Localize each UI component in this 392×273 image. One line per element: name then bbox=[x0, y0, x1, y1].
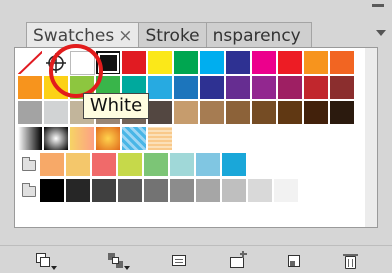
color-swatch[interactable] bbox=[66, 153, 91, 177]
gray-swatch[interactable] bbox=[92, 179, 117, 203]
color-swatch[interactable] bbox=[330, 101, 355, 125]
gray-swatch[interactable] bbox=[222, 179, 247, 203]
tab-stroke-label: Stroke bbox=[145, 26, 200, 46]
collapse-icon[interactable] bbox=[372, 4, 384, 7]
color-swatch[interactable] bbox=[278, 101, 303, 125]
color-swatch[interactable] bbox=[148, 76, 173, 100]
folder-icon bbox=[22, 183, 36, 197]
swatch-libraries-menu-icon[interactable] bbox=[36, 253, 57, 270]
color-swatch[interactable] bbox=[174, 101, 199, 125]
gray-swatch[interactable] bbox=[274, 179, 299, 203]
gradient-swatch[interactable] bbox=[70, 127, 95, 151]
tooltip: White bbox=[83, 93, 149, 119]
folder-icon bbox=[22, 157, 36, 171]
color-swatch[interactable] bbox=[304, 76, 329, 100]
tab-swatches-label: Swatches bbox=[33, 26, 115, 46]
gray-swatch[interactable] bbox=[170, 179, 195, 203]
gray-swatch[interactable] bbox=[66, 179, 91, 203]
tab-stroke[interactable]: Stroke bbox=[138, 22, 207, 48]
color-swatch[interactable] bbox=[170, 153, 195, 177]
color-swatch[interactable] bbox=[200, 76, 225, 100]
color-swatch[interactable] bbox=[226, 101, 251, 125]
gray-swatch[interactable] bbox=[40, 179, 65, 203]
swatches-panel: Swatches × Stroke nsparency White bbox=[0, 0, 392, 273]
color-swatch[interactable] bbox=[226, 76, 251, 100]
color-swatch[interactable] bbox=[44, 101, 69, 125]
color-swatch[interactable] bbox=[330, 51, 355, 75]
gray-swatch[interactable] bbox=[196, 179, 221, 203]
new-swatch-icon[interactable] bbox=[288, 253, 304, 269]
color-swatch[interactable] bbox=[226, 51, 251, 75]
swatch-options-icon[interactable] bbox=[172, 253, 188, 269]
delete-swatch-icon[interactable] bbox=[343, 253, 359, 269]
pattern-swatch[interactable] bbox=[148, 127, 173, 151]
color-swatch[interactable] bbox=[252, 51, 277, 75]
color-swatch[interactable] bbox=[122, 51, 147, 75]
panel-toolbar bbox=[0, 245, 392, 273]
color-swatch[interactable] bbox=[196, 153, 221, 177]
color-swatch[interactable] bbox=[278, 51, 303, 75]
color-swatch[interactable] bbox=[144, 153, 169, 177]
color-swatch[interactable] bbox=[252, 76, 277, 100]
gray-swatch[interactable] bbox=[248, 179, 273, 203]
panel-menu-icon[interactable] bbox=[376, 30, 386, 36]
color-swatch[interactable] bbox=[330, 76, 355, 100]
tab-transparency[interactable]: nsparency bbox=[205, 22, 312, 48]
color-swatch[interactable] bbox=[252, 101, 277, 125]
color-swatch[interactable] bbox=[278, 76, 303, 100]
color-swatch[interactable] bbox=[304, 51, 329, 75]
gradient-swatch[interactable] bbox=[44, 127, 69, 151]
color-swatch[interactable] bbox=[118, 153, 143, 177]
new-color-group-icon[interactable] bbox=[230, 251, 247, 269]
tab-transparency-label: nsparency bbox=[212, 26, 301, 46]
color-swatch[interactable] bbox=[304, 101, 329, 125]
color-swatch[interactable] bbox=[18, 76, 43, 100]
none-swatch[interactable] bbox=[18, 51, 43, 75]
close-tab-icon[interactable]: × bbox=[118, 26, 132, 46]
pattern-swatch[interactable] bbox=[122, 127, 147, 151]
red-circle-highlight bbox=[49, 44, 103, 98]
tooltip-text: White bbox=[89, 95, 143, 116]
color-swatch[interactable] bbox=[174, 76, 199, 100]
color-swatch[interactable] bbox=[200, 101, 225, 125]
color-swatch[interactable] bbox=[40, 153, 65, 177]
color-swatch[interactable] bbox=[200, 51, 225, 75]
color-swatch[interactable] bbox=[222, 153, 247, 177]
show-swatch-kinds-icon[interactable] bbox=[108, 253, 130, 270]
gray-swatch[interactable] bbox=[144, 179, 169, 203]
none-slash-icon bbox=[18, 51, 42, 74]
color-swatch[interactable] bbox=[174, 51, 199, 75]
gradient-swatch[interactable] bbox=[96, 127, 121, 151]
gradient-swatch[interactable] bbox=[18, 127, 43, 151]
color-swatch[interactable] bbox=[92, 153, 117, 177]
scrollbar[interactable] bbox=[365, 48, 377, 227]
gray-swatch[interactable] bbox=[118, 179, 143, 203]
color-swatch[interactable] bbox=[18, 101, 43, 125]
color-swatch[interactable] bbox=[148, 51, 173, 75]
panel-title-bar[interactable] bbox=[0, 0, 392, 22]
color-swatch[interactable] bbox=[148, 101, 173, 125]
